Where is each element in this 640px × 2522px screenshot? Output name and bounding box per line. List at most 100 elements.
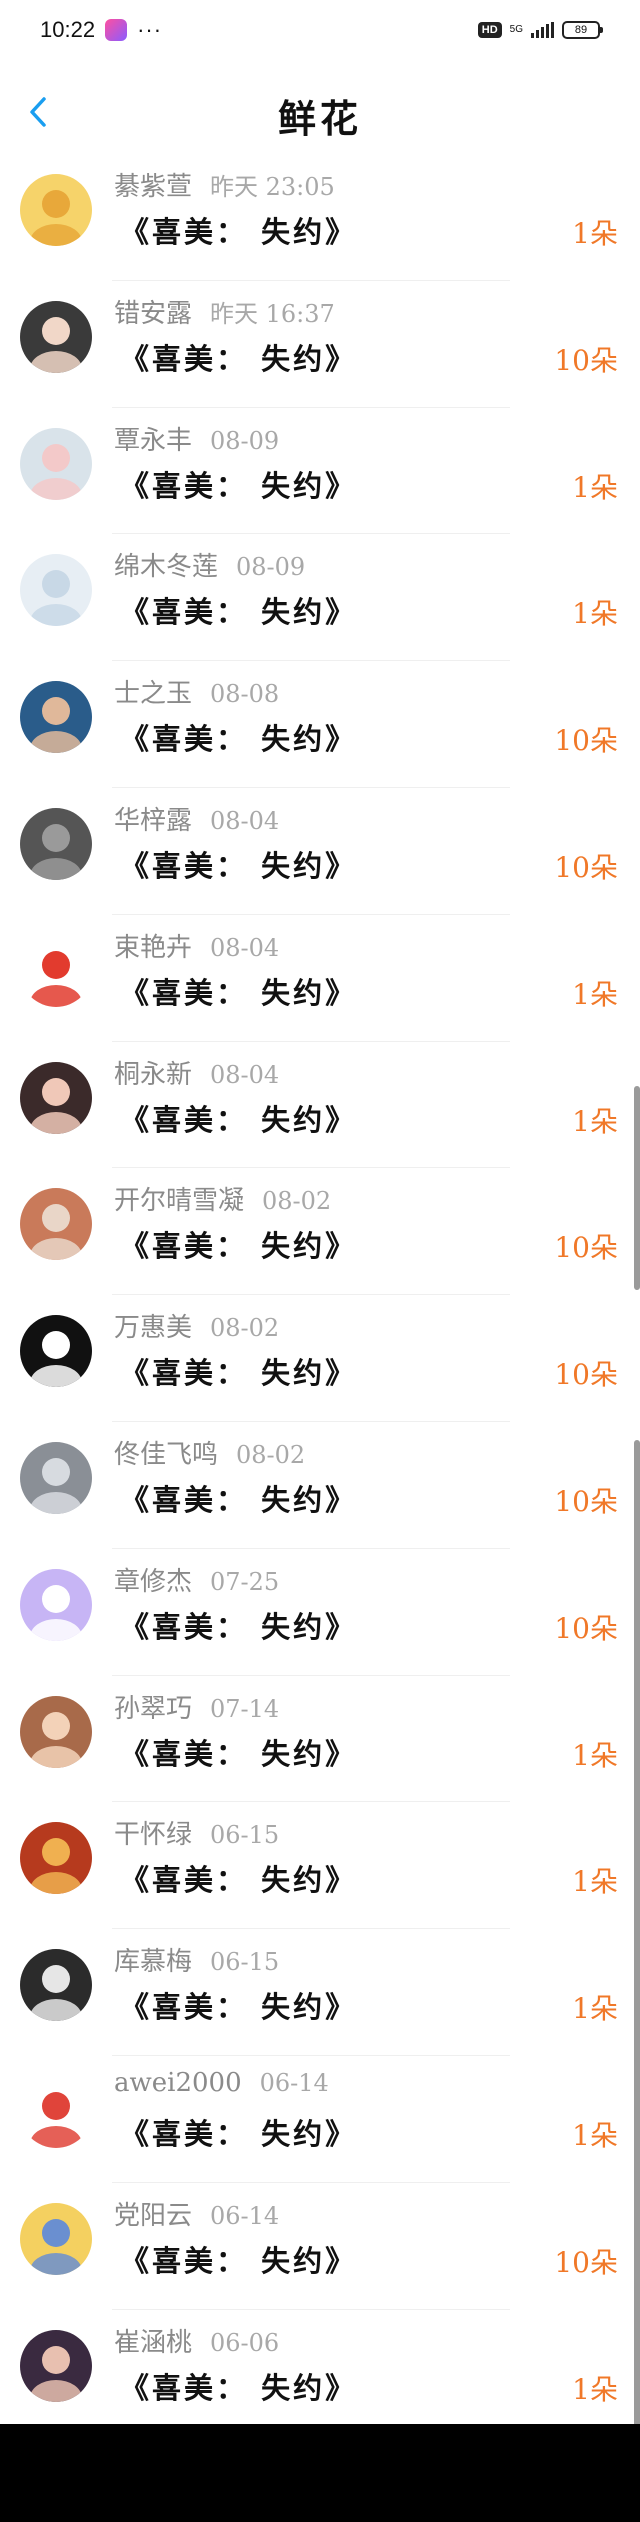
page-title: 鲜花	[277, 96, 362, 141]
gift-date: 08-09	[236, 553, 306, 582]
list-item[interactable]: awei2000 06-14 《喜美： 失约》 1朵	[0, 2056, 640, 2183]
list-item[interactable]: 桐永新 08-04 《喜美： 失约》 1朵	[0, 1042, 640, 1169]
avatar[interactable]	[20, 2329, 92, 2402]
avatar[interactable]	[20, 1568, 92, 1641]
gift-title: 《喜美： 失约》	[120, 1990, 358, 2025]
sender-name: awei2000	[114, 2067, 242, 2098]
bottom-system-bar	[0, 2424, 640, 2522]
list-item[interactable]: 覃永丰 08-09 《喜美： 失约》 1朵	[0, 408, 640, 535]
battery-level: 89	[574, 24, 588, 36]
list-item[interactable]: 库慕梅 06-15 《喜美： 失约》 1朵	[0, 1929, 640, 2056]
gift-title: 《喜美： 失约》	[120, 595, 358, 630]
flower-count: 1朵	[572, 2118, 618, 2152]
avatar[interactable]	[20, 1315, 92, 1388]
sender-name: 覃永丰	[114, 425, 193, 456]
gift-title: 《喜美： 失约》	[120, 468, 358, 503]
list-item[interactable]: 孙翠巧 07-14 《喜美： 失约》 1朵	[0, 1676, 640, 1803]
scrollbar-thumb[interactable]	[634, 1086, 640, 1290]
avatar-image-icon	[20, 1695, 92, 1768]
scrollbar-track[interactable]	[634, 1440, 640, 2464]
avatar-image-icon	[20, 1822, 92, 1895]
avatar[interactable]	[20, 2075, 92, 2148]
list-item[interactable]: 华梓露 08-04 《喜美： 失约》 10朵	[0, 788, 640, 915]
flower-count: 1朵	[572, 1104, 618, 1138]
flower-count: 1朵	[572, 597, 618, 631]
sender-line: 华梓露 08-04	[114, 800, 279, 837]
sender-line: 干怀绿 06-15	[114, 1814, 279, 1851]
avatar[interactable]	[20, 1822, 92, 1895]
gift-date: 07-25	[210, 1567, 280, 1596]
flower-count: 10朵	[554, 724, 618, 758]
avatar[interactable]	[20, 300, 92, 373]
avatar[interactable]	[20, 1441, 92, 1514]
sender-name: 孙翠巧	[114, 1693, 193, 1724]
sender-name: 崔涵桃	[114, 2327, 193, 2358]
flower-count: 1朵	[572, 1738, 618, 1772]
nav-bar: 鲜花	[0, 70, 640, 154]
avatar[interactable]	[20, 1949, 92, 2022]
flower-count: 10朵	[554, 343, 618, 377]
list-item[interactable]: 绵木冬莲 08-09 《喜美： 失约》 1朵	[0, 534, 640, 662]
avatar[interactable]	[20, 2202, 92, 2275]
sender-name: 束艳卉	[114, 932, 193, 963]
gift-date: 06-06	[210, 2328, 280, 2357]
list-item[interactable]: 开尔晴雪凝 08-02 《喜美： 失约》 10朵	[0, 1168, 640, 1296]
avatar-image-icon	[20, 807, 92, 880]
avatar[interactable]	[20, 554, 92, 627]
avatar-image-icon	[20, 174, 92, 246]
list-item[interactable]: 错安露 昨天 16:37 《喜美： 失约》 10朵	[0, 281, 640, 408]
gift-title: 《喜美： 失约》	[120, 2370, 358, 2405]
avatar-image-icon	[20, 427, 92, 500]
hd-badge: HD	[477, 22, 502, 38]
gift-date: 昨天 16:37	[210, 299, 335, 328]
sender-name: 库慕梅	[114, 1947, 193, 1978]
gift-date: 08-04	[210, 1060, 280, 1089]
avatar-image-icon	[20, 1188, 92, 1261]
sender-name: 綦紫萱	[114, 172, 193, 202]
list-item[interactable]: 干怀绿 06-15 《喜美： 失约》 1朵	[0, 1802, 640, 1930]
gift-title: 《喜美： 失约》	[120, 975, 358, 1010]
list-item[interactable]: 束艳卉 08-04 《喜美： 失约》 1朵	[0, 915, 640, 1042]
avatar[interactable]	[20, 427, 92, 500]
sender-line: 党阳云 06-14	[114, 2195, 279, 2232]
gift-title: 《喜美： 失约》	[120, 2116, 358, 2151]
list-item[interactable]: 章修杰 07-25 《喜美： 失约》 10朵	[0, 1549, 640, 1676]
flower-count: 10朵	[554, 1358, 618, 1392]
avatar[interactable]	[20, 1695, 92, 1768]
gift-date: 06-15	[210, 1821, 280, 1850]
sender-line: 覃永丰 08-09	[114, 420, 279, 457]
avatar[interactable]	[20, 807, 92, 880]
avatar-image-icon	[20, 554, 92, 627]
flower-count: 1朵	[572, 1865, 618, 1899]
sender-name: 万惠美	[114, 1313, 193, 1344]
gift-date: 06-14	[210, 2201, 280, 2230]
sender-line: 库慕梅 06-15	[114, 1941, 279, 1978]
gift-record-list: 綦紫萱 昨天 23:05 《喜美： 失约》 1朵 错安露 昨天 16:37 《喜美：…	[0, 154, 640, 2437]
sender-line: 桐永新 08-04	[114, 1054, 279, 1091]
avatar[interactable]	[20, 1061, 92, 1134]
status-right: HD 5G 89	[477, 21, 603, 39]
list-item[interactable]: 佟佳飞鸣 08-02 《喜美： 失约》 10朵	[0, 1422, 640, 1549]
avatar[interactable]	[20, 174, 92, 246]
sender-line: 綦紫萱 昨天 23:05	[114, 166, 335, 203]
flower-count: 1朵	[572, 2372, 618, 2406]
sender-name: 章修杰	[114, 1566, 193, 1597]
sender-line: 束艳卉 08-04	[114, 927, 279, 964]
list-item[interactable]: 綦紫萱 昨天 23:05 《喜美： 失约》 1朵	[0, 154, 640, 281]
avatar[interactable]	[20, 934, 92, 1007]
sender-name: 绵木冬莲	[114, 552, 219, 583]
list-item[interactable]: 党阳云 06-14 《喜美： 失约》 10朵	[0, 2183, 640, 2310]
battery-icon: 89	[562, 21, 603, 39]
sender-line: awei2000 06-14	[114, 2068, 329, 2098]
sender-name: 桐永新	[114, 1059, 193, 1090]
flower-count: 10朵	[554, 1484, 618, 1518]
sender-line: 错安露 昨天 16:37	[114, 293, 335, 330]
avatar[interactable]	[20, 1188, 92, 1261]
list-item[interactable]: 万惠美 08-02 《喜美： 失约》 10朵	[0, 1295, 640, 1422]
avatar[interactable]	[20, 681, 92, 754]
status-time: 10:22	[40, 17, 96, 42]
list-item[interactable]: 士之玉 08-08 《喜美： 失约》 10朵	[0, 661, 640, 788]
list-item[interactable]: 崔涵桃 06-06 《喜美： 失约》 1朵	[0, 2310, 640, 2437]
more-notifications-icon: ···	[137, 17, 163, 42]
avatar-image-icon	[20, 1061, 92, 1134]
